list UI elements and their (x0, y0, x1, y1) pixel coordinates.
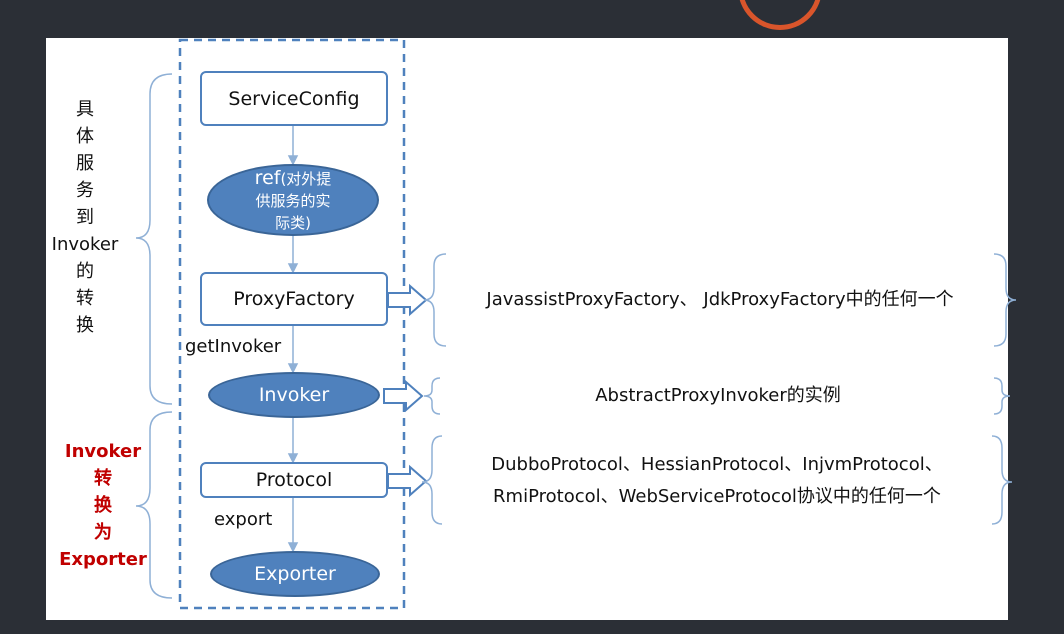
left-label-top-char: 具 (76, 99, 94, 120)
arrowhead (287, 363, 299, 374)
block-arrow-proxyfactory (387, 283, 428, 317)
desc-protocol-line2: RmiProtocol、WebServiceProtocol协议中的任何一个 (493, 486, 941, 507)
connector-layer (135, 38, 1017, 610)
block-arrow-protocol (387, 464, 428, 498)
left-label-top-char: 到 (76, 207, 94, 228)
left-label-bottom-char: 转 (94, 468, 112, 489)
desc-brace-left-2 (423, 377, 441, 415)
desc-brace-left-1 (423, 253, 447, 347)
left-label-top-char: 服 (76, 153, 94, 174)
exporter-node: Exporter (210, 551, 380, 597)
left-label-top-char: 体 (76, 126, 94, 147)
ref-node-line2: 供服务的实 (255, 191, 331, 210)
ref-node: ref(对外提 供服务的实 际类) (207, 164, 379, 236)
left-label-bottom-char: 为 (94, 522, 112, 543)
left-label-bottom-char: 换 (94, 495, 112, 516)
ref-node-line3: 际类) (275, 213, 311, 232)
left-label-top-char: 务 (76, 180, 94, 201)
proxyfactory-node: ProxyFactory (200, 272, 388, 326)
ref-node-text: ref(对外提 供服务的实 际类) (255, 167, 332, 234)
arrowhead (287, 453, 299, 464)
left-label-top-char: 换 (76, 315, 94, 336)
left-label-top-char: Invoker (51, 234, 119, 255)
desc-brace-right-3 (991, 435, 1013, 525)
desc-brace-right-1 (993, 253, 1017, 347)
left-brace-top (135, 73, 173, 405)
desc-protocol-line1: DubboProtocol、HessianProtocol、InjvmProto… (491, 454, 943, 475)
ref-node-keyword: ref (254, 166, 281, 189)
arrowhead (287, 263, 299, 274)
edge-label-export: export (214, 509, 273, 530)
invoker-node: Invoker (208, 372, 380, 418)
protocol-node: Protocol (200, 462, 388, 498)
left-label-top: 具 体 服 务 到 Invoker 的 转 换 (40, 96, 130, 339)
left-label-bottom-char: Exporter (59, 549, 147, 570)
diagram-stage: ServiceConfig ref(对外提 供服务的实 际类) ProxyFac… (0, 0, 1064, 634)
left-label-top-char: 的 (76, 261, 94, 282)
arrowhead (287, 542, 299, 553)
left-label-top-char: 转 (76, 288, 94, 309)
edge-label-getinvoker: getInvoker (185, 336, 282, 357)
left-label-bottom-char: Invoker (64, 441, 142, 462)
desc-brace-right-2 (993, 377, 1011, 415)
left-label-bottom: Invoker 转 换 为 Exporter (52, 438, 154, 573)
serviceconfig-node: ServiceConfig (200, 71, 388, 126)
arrowhead (287, 155, 299, 166)
desc-invoker: AbstractProxyInvoker的实例 (595, 385, 841, 406)
ref-node-suffix: (对外提 (280, 169, 332, 188)
desc-proxyfactory: JavassistProxyFactory、 JdkProxyFactory中的… (486, 289, 954, 310)
